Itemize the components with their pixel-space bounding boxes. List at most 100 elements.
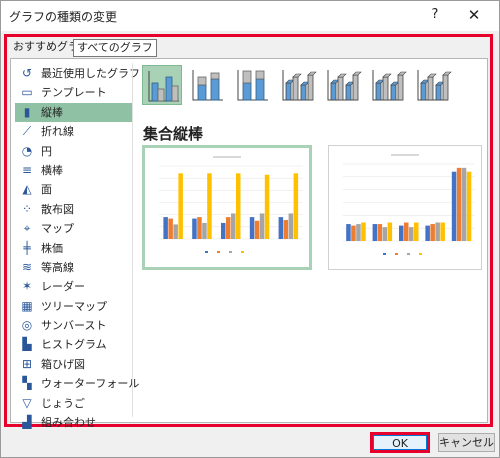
all-charts-panel: ↺ 最近使用したグラフ ▭ テンプレート ▮ 縦棒 ⟋ 折れ線 ◔ 円 ≡ 横棒 ◭ 面 ⁘ 散布図 ⌖ マップ ╪… [10,58,488,429]
change-chart-type-dialog: グラフの種類の変更 ? ✕ おすすめグラフ すべてのグラフ ↺ 最近使用したグラフ… [0,0,500,458]
preview-bar [346,224,351,241]
sidebar-item-sunburst-chart[interactable]: ◎ サンバースト [15,316,133,335]
100-stacked-column-icon[interactable] [232,65,272,105]
preview-bar [178,173,183,239]
sidebar-item-label: 散布図 [41,202,74,216]
chart-preview-1[interactable] [142,145,312,270]
ok-button[interactable]: OK [370,432,430,453]
chart-type-area: おすすめグラフ すべてのグラフ ↺ 最近使用したグラフ ▭ テンプレート ▮ 縦棒 ⟋ 折れ線… [4,34,493,429]
sidebar-item-label: 箱ひげ図 [41,357,85,371]
subtype-title: 集合縦棒 [143,125,204,143]
pie-chart-icon: ◔ [21,143,33,158]
3d-stacked-column-icon[interactable] [322,65,362,105]
sidebar-item-bar-chart[interactable]: ≡ 横棒 [15,161,133,180]
sidebar-item-histogram-chart[interactable]: ▙ ヒストグラム [15,335,133,354]
preview-bar [387,222,393,241]
preview-bar [293,173,299,239]
sidebar-item-line-chart[interactable]: ⟋ 折れ線 [15,122,133,141]
preview-legend-swatch [407,253,410,255]
preview-bar [435,222,440,241]
preview-legend-swatch [395,253,398,255]
sidebar-item-pie-chart[interactable]: ◔ 円 [15,142,133,161]
preview-bar [440,222,445,241]
preview-legend-swatch [217,251,220,253]
preview-bar [254,220,260,239]
preview-bar [226,217,231,239]
clustered-column-icon[interactable] [142,65,182,105]
preview-bar [399,225,404,241]
preview-bar [236,173,241,239]
chart-preview-2[interactable] [328,145,482,270]
cancel-button[interactable]: キャンセル [438,433,495,452]
preview-bar [249,217,255,239]
preview-bar [231,213,236,239]
sidebar-item-label: 最近使用したグラフ [41,67,140,80]
sidebar-item-stock-chart[interactable]: ╪ 株価 [15,239,133,258]
3d-clustered-column-icon[interactable] [277,65,317,105]
preview-bar [466,171,472,241]
line-chart-icon: ⟋ [22,124,32,139]
histogram-chart-icon: ▙ [22,337,32,352]
preview-legend-swatch [205,251,208,253]
close-button[interactable]: ✕ [464,5,484,25]
sidebar-item-area-chart[interactable]: ◭ 面 [15,180,133,199]
chart-category-list: ↺ 最近使用したグラフ ▭ テンプレート ▮ 縦棒 ⟋ 折れ線 ◔ 円 ≡ 横棒 ◭ 面 ⁘ 散布図 ⌖ マップ ╪… [15,64,140,432]
sidebar-item-label: テンプレート [41,86,107,100]
tab-all-charts[interactable]: すべてのグラフ [73,39,157,57]
preview-bar [351,225,356,241]
preview-legend-swatch [229,251,232,253]
sidebar-item-label: 株価 [41,241,63,255]
sidebar-item-label: 面 [41,183,52,197]
preview-chart-2 [343,154,475,255]
preview-bar [425,225,430,241]
bar-chart-icon: ≡ [21,162,33,177]
stacked-column-icon[interactable] [187,65,227,105]
3d-column-icon[interactable] [412,65,452,105]
stock-chart-icon: ╪ [23,240,31,255]
preview-bar [409,227,414,241]
preview-legend-swatch [241,251,244,253]
3d-100-stacked-column-icon[interactable] [367,65,407,105]
dialog-title: グラフの種類の変更 [9,10,118,24]
sidebar-item-combo-chart[interactable]: ▟ 組み合わせ [15,413,133,432]
sidebar-item-column-chart[interactable]: ▮ 縦棒 [15,102,133,123]
sidebar-item-label: サンバースト [41,319,107,333]
sidebar-item-folder[interactable]: ▭ テンプレート [15,83,133,102]
preview-bar [377,224,383,241]
sidebar-item-label: マップ [41,222,74,236]
preview-bar [361,222,366,241]
sidebar-item-recent[interactable]: ↺ 最近使用したグラフ [15,64,140,83]
sidebar-item-label: ウォーターフォール [41,377,140,391]
sidebar-item-label: レーダー [41,280,85,294]
sidebar-item-label: ツリーマップ [41,299,107,313]
preview-bar [207,173,212,239]
preview-bar [163,217,168,239]
radar-chart-icon: ✶ [21,279,33,294]
sunburst-chart-icon: ◎ [21,318,33,333]
combo-chart-icon: ▟ [22,415,32,430]
sidebar-item-scatter-chart[interactable]: ⁘ 散布図 [15,200,133,219]
sidebar-item-radar-chart[interactable]: ✶ レーダー [15,277,133,296]
help-button[interactable]: ? [425,5,445,25]
preview-bar [451,171,457,241]
funnel-chart-icon: ▽ [22,395,32,410]
sidebar-item-label: 横棒 [41,163,63,177]
preview-bar [356,224,361,241]
preview-bar [283,220,289,239]
preview-legend-swatch [419,253,422,255]
divider [132,63,133,417]
sidebar-item-label: 組み合わせ [41,416,96,430]
sidebar-item-map-chart[interactable]: ⌖ マップ [15,219,133,238]
sidebar-item-funnel-chart[interactable]: ▽ じょうご [15,394,133,413]
waterfall-chart-icon: ▚ [22,376,32,391]
sidebar-item-label: 等高線 [41,260,74,274]
sidebar-item-box-whisker-chart[interactable]: ⊞ 箱ひげ図 [15,355,133,374]
preview-title-placeholder [213,156,241,158]
sidebar-item-surface-chart[interactable]: ≋ 等高線 [15,258,133,277]
sidebar-item-waterfall-chart[interactable]: ▚ ウォーターフォール [15,374,139,393]
preview-bar [461,167,467,241]
sidebar-item-treemap-chart[interactable]: ▦ ツリーマップ [15,297,133,316]
preview-bar [288,213,294,239]
preview-bar [382,227,388,241]
preview-bar [173,224,178,239]
